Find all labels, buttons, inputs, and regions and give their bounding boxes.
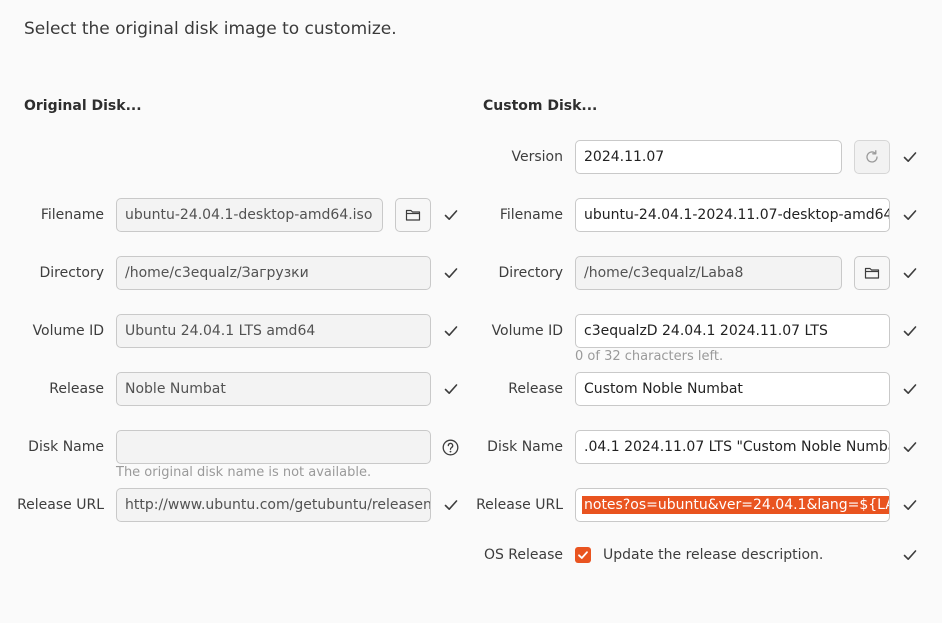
check-icon [902,381,918,397]
custom-url-label: Release URL [476,497,563,513]
update-release-checkbox[interactable] [575,547,591,563]
custom-url-field[interactable]: notes?os=ubuntu&ver=24.04.1&lang=${LANG} [575,488,890,522]
custom-filename-field[interactable]: ubuntu-24.04.1-2024.11.07-desktop-amd64.… [575,198,890,232]
original-browse-button[interactable] [395,198,431,232]
original-release-field[interactable]: Noble Numbat [116,372,431,406]
original-directory-field[interactable]: /home/c3equalz/Загрузки [116,256,431,290]
check-icon [902,149,918,165]
original-volume-field[interactable]: Ubuntu 24.04.1 LTS amd64 [116,314,431,348]
custom-volume-label: Volume ID [491,323,563,339]
checkmark-icon [578,551,588,559]
folder-icon [405,207,421,223]
custom-disk-heading: Custom Disk... [483,98,598,114]
check-icon [443,497,459,513]
original-disk-heading: Original Disk... [24,98,142,114]
check-icon [443,265,459,281]
original-url-label: Release URL [17,497,104,513]
custom-version-field[interactable]: 2024.11.07 [575,140,842,174]
custom-version-label: Version [511,149,563,165]
custom-release-field[interactable]: Custom Noble Numbat [575,372,890,406]
original-diskname-hint: The original disk name is not available. [116,465,372,480]
original-volume-label: Volume ID [32,323,104,339]
refresh-version-button[interactable] [854,140,890,174]
check-icon [902,323,918,339]
custom-release-label: Release [508,381,563,397]
custom-volume-field[interactable]: c3equalzD 24.04.1 2024.11.07 LTS [575,314,890,348]
check-icon [902,265,918,281]
folder-icon [864,265,880,281]
original-filename-label: Filename [40,207,104,223]
custom-filename-label: Filename [499,207,563,223]
check-icon [443,381,459,397]
check-icon [443,207,459,223]
custom-osrelease-label: OS Release [483,547,563,563]
custom-diskname-field[interactable]: .04.1 2024.11.07 LTS "Custom Noble Numba… [575,430,890,464]
refresh-icon [866,150,878,163]
custom-volume-hint: 0 of 32 characters left. [575,349,724,364]
check-icon [902,497,918,513]
check-icon [902,207,918,223]
custom-directory-field[interactable]: /home/c3equalz/Laba8 [575,256,842,290]
original-directory-label: Directory [39,265,104,281]
original-filename-field[interactable]: ubuntu-24.04.1-desktop-amd64.iso [116,198,383,232]
page-intro: Select the original disk image to custom… [24,19,397,39]
help-icon[interactable] [442,439,459,456]
selected-text: notes?os=ubuntu&ver=24.04.1&lang=${LANG} [582,496,889,514]
custom-diskname-label: Disk Name [487,439,563,455]
original-diskname-label: Disk Name [28,439,104,455]
check-icon [443,323,459,339]
custom-directory-label: Directory [498,265,563,281]
original-url-field[interactable]: http://www.ubuntu.com/getubuntu/releasen [116,488,431,522]
custom-browse-button[interactable] [854,256,890,290]
original-diskname-field[interactable] [116,430,431,464]
check-icon [902,439,918,455]
update-release-text[interactable]: Update the release description. [603,538,823,572]
check-icon [902,547,918,563]
original-release-label: Release [49,381,104,397]
